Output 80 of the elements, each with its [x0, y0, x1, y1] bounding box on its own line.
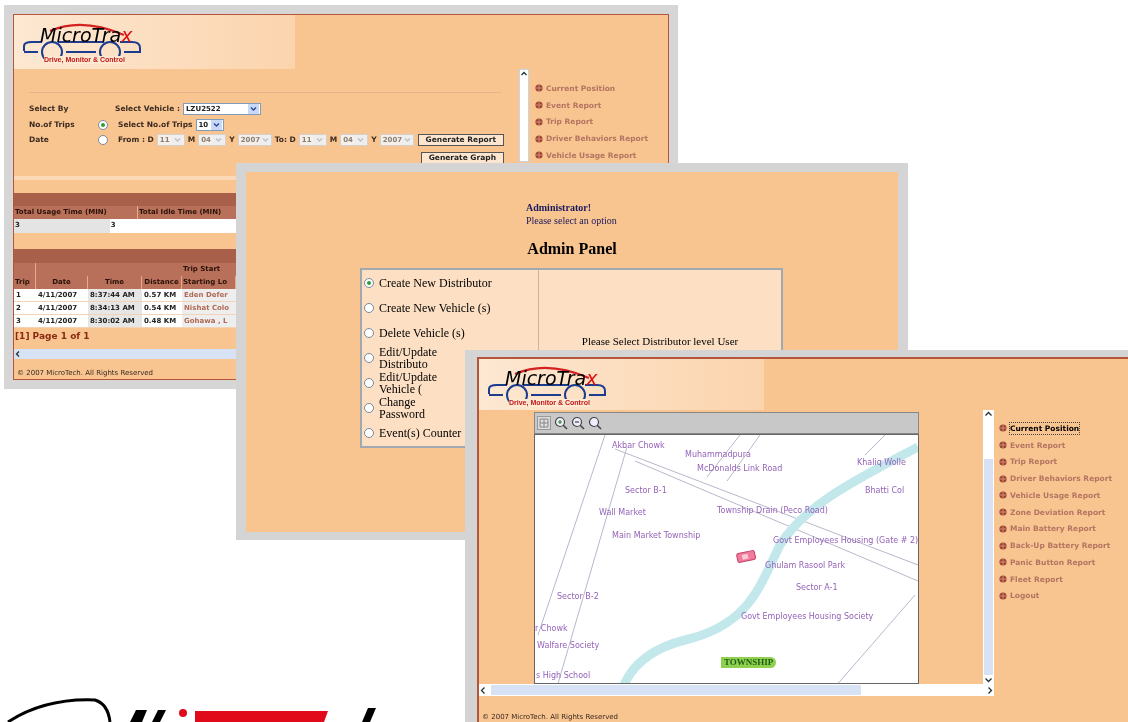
place-label: Govt Employees Housing Society: [741, 612, 874, 622]
place-label: Ghulam Rasool Park: [765, 561, 846, 571]
radio-button[interactable]: [364, 353, 374, 363]
place-label: Walfare Society: [537, 641, 600, 651]
globe-icon: [999, 524, 1007, 533]
radio-button[interactable]: [364, 327, 374, 338]
globe-icon: [535, 134, 543, 143]
globe-icon: [535, 101, 543, 110]
globe-icon: [999, 457, 1007, 466]
place-label: Muhammadpura: [685, 450, 751, 460]
scroll-down-icon: [984, 675, 993, 684]
scroll-up-icon: [520, 70, 528, 78]
radio-button[interactable]: [364, 428, 374, 439]
place-label: Sector B-1: [625, 486, 667, 496]
place-label: Wall Market: [599, 508, 646, 518]
option-label[interactable]: Create New Distributor: [379, 276, 492, 289]
scrollbar-thumb[interactable]: [491, 685, 861, 695]
message-text: Please Select Distributor level User: [581, 335, 739, 347]
radio-button[interactable]: [98, 119, 108, 130]
globe-icon: [535, 117, 543, 126]
globe-icon: [999, 491, 1007, 500]
radio-button[interactable]: [364, 277, 374, 288]
scroll-right-icon: [985, 685, 994, 695]
place-label: Akbar Chowk: [612, 441, 665, 451]
caret-icon: [402, 134, 414, 145]
radio-button[interactable]: [364, 403, 374, 414]
logo-wordmark: MicroTrax: [505, 367, 598, 389]
scroll-left-icon: [479, 685, 488, 695]
search-icon: [588, 416, 602, 430]
place-label: s High School: [536, 671, 591, 681]
logo-wordmark: MicroTrax: [40, 24, 133, 46]
scrollbar-thumb[interactable]: [984, 459, 993, 675]
radio-button[interactable]: [364, 302, 374, 313]
caret-icon: [355, 134, 367, 145]
globe-icon: [999, 575, 1007, 584]
vertical-scrollbar[interactable]: [983, 410, 994, 684]
pager-text: [1] Page 1 of 1: [14, 330, 91, 343]
option-label[interactable]: Event(s) Counter: [379, 427, 462, 440]
radio-button[interactable]: [364, 378, 374, 389]
zoom-out-icon: [571, 416, 585, 430]
caret-icon: [313, 134, 325, 145]
globe-icon: [999, 424, 1007, 433]
scroll-left-icon: [14, 350, 22, 358]
zoom-in-icon: [554, 416, 568, 430]
caret-icon: [260, 134, 272, 145]
globe-icon: [535, 151, 543, 160]
caret-icon: [210, 119, 222, 130]
panel-title: Admin Panel: [526, 239, 618, 259]
globe-icon: [999, 441, 1007, 450]
place-label: Bhatti Col: [865, 486, 905, 496]
option-label[interactable]: Edit/Update Distributo: [379, 346, 463, 370]
place-label: Khaliq Wolle: [857, 458, 906, 468]
horizontal-scrollbar[interactable]: [479, 684, 994, 696]
grid-icon: [537, 416, 551, 430]
place-label: Govt Employees Housing (Gate # 2): [773, 536, 918, 546]
car-icon: [735, 549, 757, 563]
globe-icon: [999, 541, 1007, 550]
caret-icon: [213, 134, 225, 145]
place-label: Sector B-2: [557, 592, 599, 602]
place-label: McDonalds Link Road: [697, 464, 783, 474]
globe-icon: [999, 508, 1007, 517]
map-view[interactable]: [534, 434, 919, 684]
place-label: Township Drain (Peco Road): [717, 506, 828, 516]
caret-icon: [247, 104, 259, 114]
option-label[interactable]: Create New Vehicle (s): [379, 301, 491, 314]
globe-icon: [535, 84, 543, 93]
globe-icon: [999, 474, 1007, 483]
option-label[interactable]: Delete Vehicle (s): [379, 326, 465, 339]
place-label: Main Market Township: [612, 531, 701, 541]
radio-button[interactable]: [98, 134, 108, 145]
globe-icon: [999, 558, 1007, 567]
vertical-scrollbar[interactable]: [519, 69, 529, 162]
option-label[interactable]: Change Password: [379, 396, 463, 421]
area-label: TOWNSHIP: [721, 657, 777, 668]
place-label: r Chowk: [535, 624, 568, 634]
horizontal-scrollbar[interactable]: [14, 349, 236, 359]
option-label[interactable]: Edit/Update Vehicle (: [379, 371, 463, 396]
globe-icon: [999, 591, 1007, 600]
place-label: Sector A-1: [796, 583, 838, 593]
caret-icon: [171, 134, 183, 145]
